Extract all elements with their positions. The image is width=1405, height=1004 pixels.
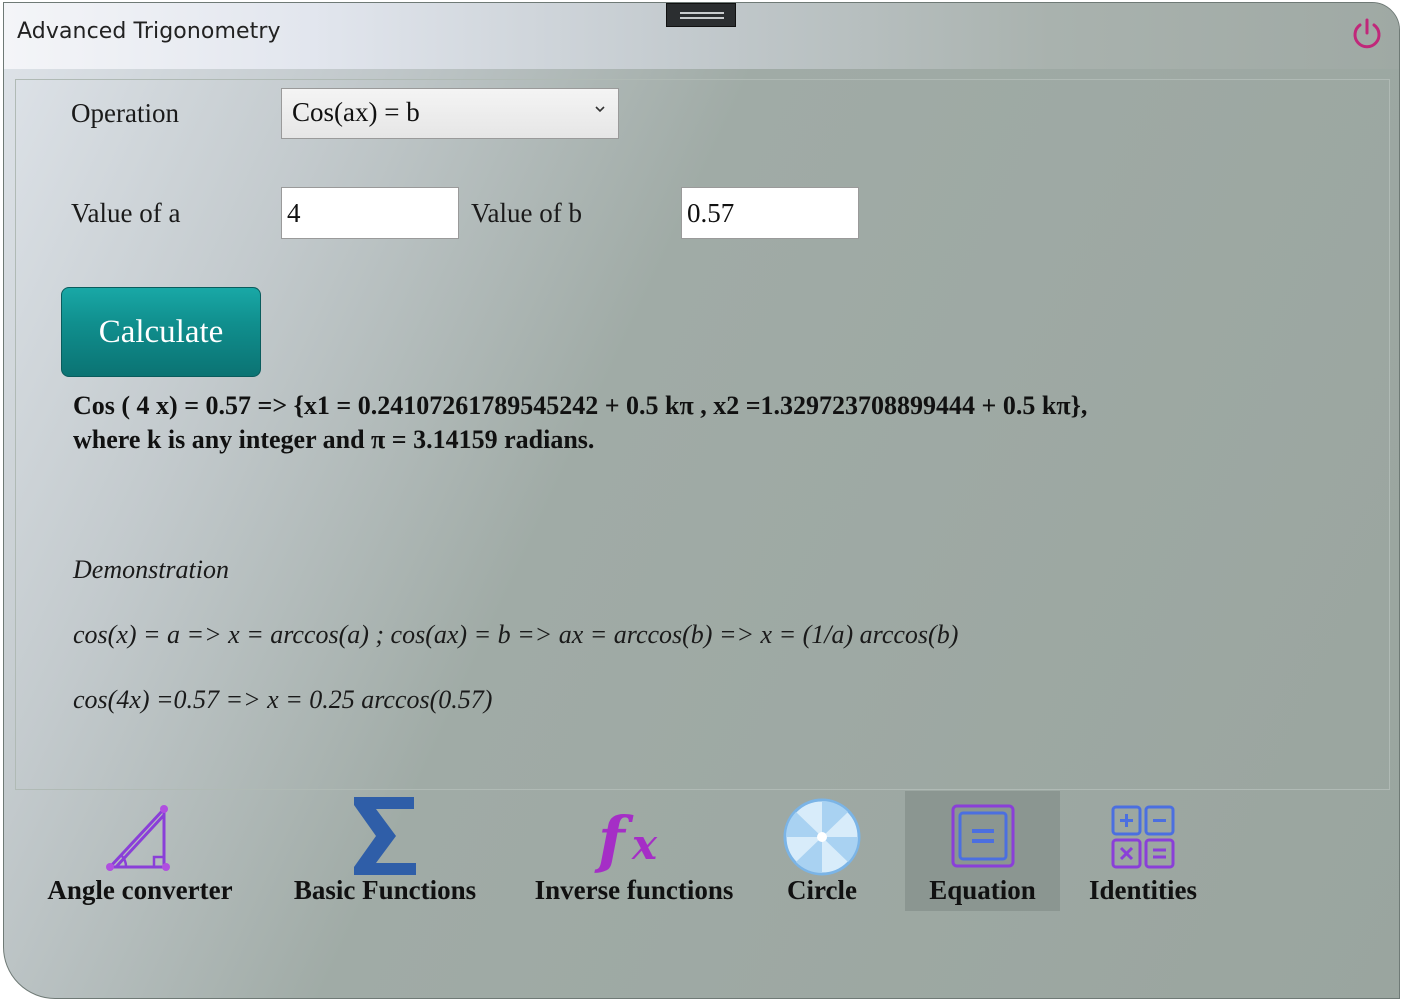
value-a-input[interactable] <box>281 187 459 239</box>
fx-icon: f x <box>594 803 658 875</box>
drag-grip-handle[interactable] <box>666 3 736 27</box>
window-title: Advanced Trigonometry <box>17 19 281 44</box>
equation-icon <box>951 804 1014 868</box>
nav-item-identities[interactable]: Identities <box>1074 791 1212 911</box>
app-window: Advanced Trigonometry Operation Cos(ax) … <box>3 2 1400 999</box>
demonstration-line-1: cos(x) = a => x = arccos(a) ; cos(ax) = … <box>73 620 959 649</box>
calculator-icon <box>1111 805 1175 869</box>
chevron-down-icon <box>595 106 605 113</box>
result-text: Cos ( 4 x) = 0.57 => {x1 = 0.24107261789… <box>73 389 1333 457</box>
operation-label: Operation <box>71 98 179 128</box>
value-a-label: Value of a <box>71 198 181 228</box>
nav-item-angle-converter[interactable]: Angle converter <box>24 791 256 911</box>
sigma-icon <box>354 797 416 875</box>
circle-icon <box>783 798 861 876</box>
value-b-label: Value of b <box>471 198 582 228</box>
demonstration-line-2: cos(4x) =0.57 => x = 0.25 arccos(0.57) <box>73 685 493 714</box>
svg-text:f: f <box>594 803 634 875</box>
nav-label: Circle <box>787 875 857 905</box>
value-b-input[interactable] <box>681 187 859 239</box>
svg-text:x: x <box>631 820 658 869</box>
operation-selected-value: Cos(ax) = b <box>292 97 420 127</box>
nav-label: Basic Functions <box>293 875 477 905</box>
nav-item-basic-functions[interactable]: Basic Functions <box>272 791 498 911</box>
nav-item-circle[interactable]: Circle <box>774 791 870 911</box>
result-line-1: Cos ( 4 x) = 0.57 => {x1 = 0.24107261789… <box>73 391 1088 420</box>
nav-item-inverse-functions[interactable]: f x Inverse functions <box>512 791 756 911</box>
nav-label: Angle converter <box>47 875 233 905</box>
nav-label: Identities <box>1089 875 1197 905</box>
result-line-2: where k is any integer and π = 3.14159 r… <box>73 425 595 454</box>
calculate-button[interactable]: Calculate <box>61 287 261 377</box>
demonstration-heading: Demonstration <box>73 555 229 584</box>
operation-select[interactable]: Cos(ax) = b <box>281 88 619 139</box>
nav-item-equation[interactable]: Equation <box>905 791 1060 911</box>
angle-icon <box>106 805 170 871</box>
nav-label: Equation <box>929 875 1036 905</box>
title-bar[interactable]: Advanced Trigonometry <box>4 3 1399 69</box>
nav-label: Inverse functions <box>534 875 734 905</box>
power-icon[interactable] <box>1350 17 1384 51</box>
bottom-nav: Angle converter Basic Functions f x Inve… <box>4 791 1399 916</box>
